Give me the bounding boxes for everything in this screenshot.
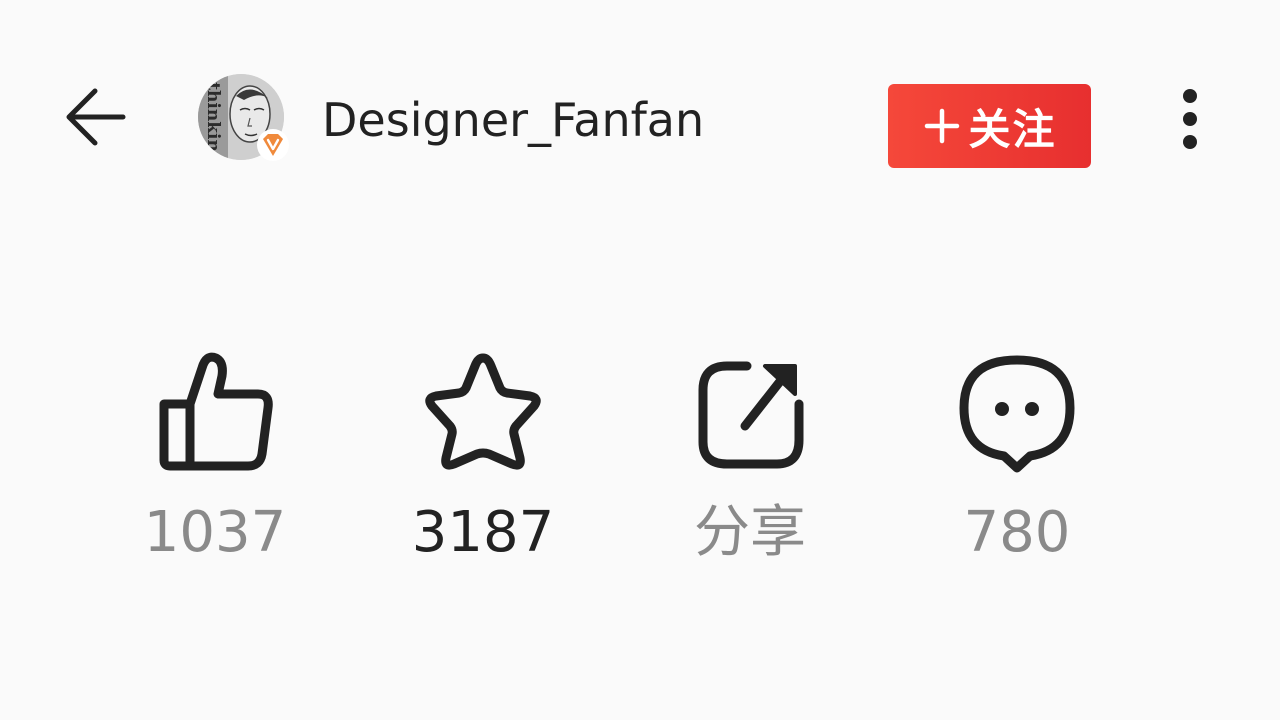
share-label: 分享 xyxy=(694,500,806,565)
comment-action[interactable]: 780 xyxy=(932,340,1102,580)
collect-count: 3187 xyxy=(411,500,555,565)
share-icon xyxy=(698,361,804,469)
follow-button[interactable]: 关注 xyxy=(888,84,1091,168)
share-action[interactable]: 分享 xyxy=(665,340,835,580)
follow-label: 关注 xyxy=(968,104,1057,154)
verified-badge-icon xyxy=(257,129,289,161)
star-icon xyxy=(425,353,541,470)
avatar[interactable]: thinkin xyxy=(198,74,289,161)
comment-count: 780 xyxy=(963,500,1071,565)
arrow-left-icon xyxy=(66,88,126,146)
like-action[interactable]: 1037 xyxy=(130,340,300,580)
back-button[interactable] xyxy=(52,80,140,156)
more-vertical-icon xyxy=(1183,89,1197,149)
thumbs-up-icon xyxy=(159,352,273,471)
like-count: 1037 xyxy=(143,500,287,565)
plus-icon xyxy=(925,108,960,144)
more-options-button[interactable] xyxy=(1160,82,1220,156)
username[interactable]: Designer_Fanfan xyxy=(322,90,704,150)
svg-text:thinkin: thinkin xyxy=(203,82,223,152)
comment-icon xyxy=(959,355,1075,473)
collect-action[interactable]: 3187 xyxy=(398,340,568,580)
post-action-screen: thinkin Designer_Fanfan 关注 1037 3187 分享 … xyxy=(0,0,1280,720)
